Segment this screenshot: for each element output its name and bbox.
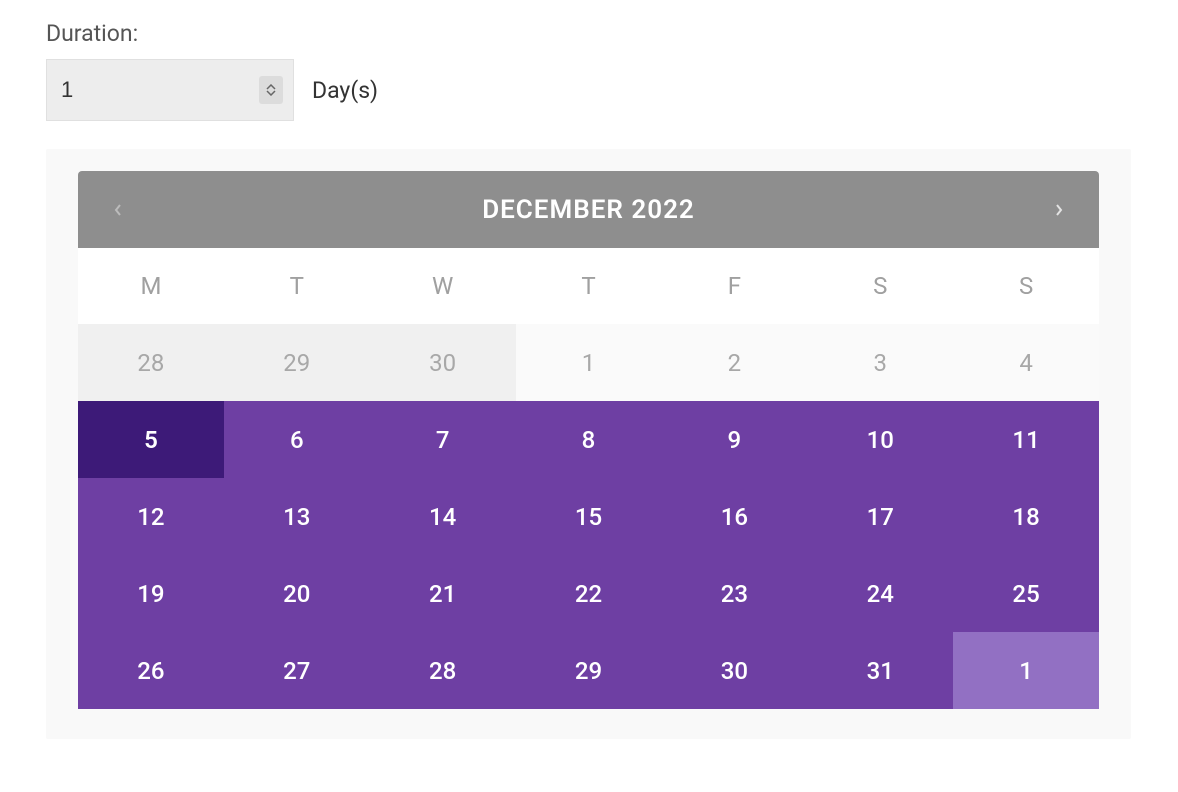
day-cell[interactable]: 3 bbox=[807, 324, 953, 401]
day-cell[interactable]: 5 bbox=[78, 401, 224, 478]
weekday-label: S bbox=[953, 248, 1099, 324]
chevron-down-icon bbox=[266, 90, 276, 96]
day-cell[interactable]: 27 bbox=[224, 632, 370, 709]
day-cell[interactable]: 21 bbox=[370, 555, 516, 632]
duration-unit-label: Day(s) bbox=[312, 77, 378, 104]
day-cell[interactable]: 24 bbox=[807, 555, 953, 632]
day-cell[interactable]: 9 bbox=[661, 401, 807, 478]
day-cell[interactable]: 19 bbox=[78, 555, 224, 632]
day-cell[interactable]: 1 bbox=[516, 324, 662, 401]
weekday-label: T bbox=[224, 248, 370, 324]
day-cell[interactable]: 13 bbox=[224, 478, 370, 555]
day-cell[interactable]: 8 bbox=[516, 401, 662, 478]
weekday-label: S bbox=[807, 248, 953, 324]
weekday-label: F bbox=[661, 248, 807, 324]
day-cell[interactable]: 26 bbox=[78, 632, 224, 709]
day-cell[interactable]: 17 bbox=[807, 478, 953, 555]
day-cell[interactable]: 11 bbox=[953, 401, 1099, 478]
chevron-right-icon bbox=[1055, 204, 1063, 216]
weekday-label: T bbox=[516, 248, 662, 324]
weekday-label: W bbox=[370, 248, 516, 324]
duration-input-wrap[interactable] bbox=[46, 59, 294, 121]
prev-month-button[interactable] bbox=[106, 198, 130, 222]
day-cell[interactable]: 31 bbox=[807, 632, 953, 709]
day-cell[interactable]: 29 bbox=[224, 324, 370, 401]
day-cell[interactable]: 12 bbox=[78, 478, 224, 555]
calendar: DECEMBER 2022 MTWTFSS 282930123456789101… bbox=[46, 149, 1131, 739]
day-cell[interactable]: 6 bbox=[224, 401, 370, 478]
calendar-title: DECEMBER 2022 bbox=[130, 195, 1047, 225]
day-cell[interactable]: 28 bbox=[78, 324, 224, 401]
day-cell[interactable]: 14 bbox=[370, 478, 516, 555]
weekday-label: M bbox=[78, 248, 224, 324]
day-cell[interactable]: 30 bbox=[370, 324, 516, 401]
duration-input[interactable] bbox=[61, 77, 279, 103]
day-cell[interactable]: 2 bbox=[661, 324, 807, 401]
weekday-header: MTWTFSS bbox=[78, 248, 1099, 324]
day-cell[interactable]: 30 bbox=[661, 632, 807, 709]
chevron-left-icon bbox=[114, 204, 122, 216]
day-cell[interactable]: 29 bbox=[516, 632, 662, 709]
quantity-stepper[interactable] bbox=[259, 76, 283, 104]
calendar-grid: 2829301234567891011121314151617181920212… bbox=[78, 324, 1099, 709]
day-cell[interactable]: 25 bbox=[953, 555, 1099, 632]
day-cell[interactable]: 16 bbox=[661, 478, 807, 555]
duration-label: Duration: bbox=[46, 20, 1132, 47]
next-month-button[interactable] bbox=[1047, 198, 1071, 222]
day-cell[interactable]: 1 bbox=[953, 632, 1099, 709]
calendar-header: DECEMBER 2022 bbox=[78, 171, 1099, 248]
day-cell[interactable]: 22 bbox=[516, 555, 662, 632]
day-cell[interactable]: 20 bbox=[224, 555, 370, 632]
day-cell[interactable]: 15 bbox=[516, 478, 662, 555]
day-cell[interactable]: 4 bbox=[953, 324, 1099, 401]
duration-row: Day(s) bbox=[46, 59, 1132, 121]
day-cell[interactable]: 7 bbox=[370, 401, 516, 478]
day-cell[interactable]: 10 bbox=[807, 401, 953, 478]
day-cell[interactable]: 18 bbox=[953, 478, 1099, 555]
day-cell[interactable]: 28 bbox=[370, 632, 516, 709]
day-cell[interactable]: 23 bbox=[661, 555, 807, 632]
